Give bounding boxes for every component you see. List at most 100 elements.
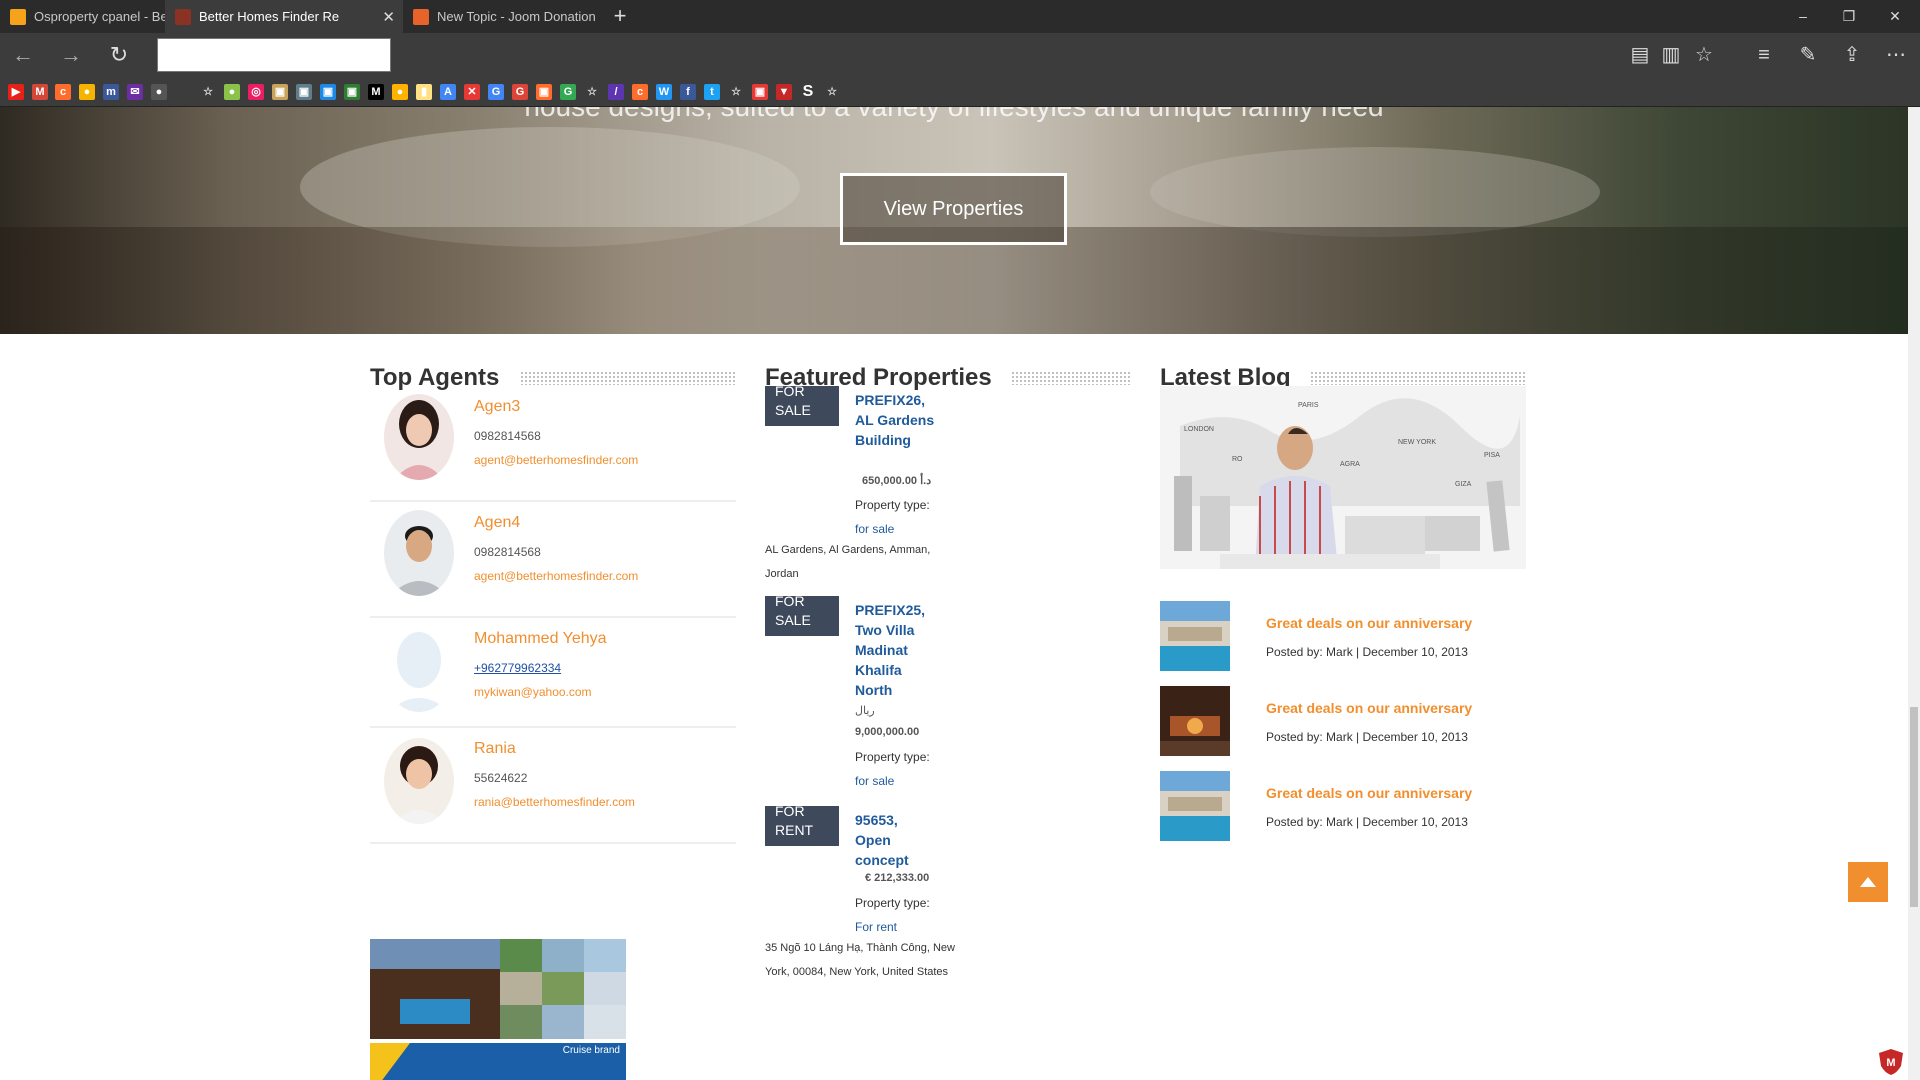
cruise-ad-banner[interactable]: Cruise brand bbox=[370, 1043, 626, 1080]
agent-phone-link[interactable]: +962779962334 bbox=[474, 661, 561, 675]
reading-view-icon[interactable]: ▤ bbox=[1626, 41, 1654, 69]
twitter-icon[interactable]: t bbox=[704, 84, 720, 100]
bookmark-icon[interactable]: ▣ bbox=[272, 84, 288, 100]
book-icon[interactable]: ▥ bbox=[1657, 41, 1685, 69]
note-icon[interactable]: ▮ bbox=[416, 84, 432, 100]
bookmark-icon[interactable]: ▣ bbox=[536, 84, 552, 100]
google-icon[interactable]: G bbox=[512, 84, 528, 100]
advertisement-banner[interactable] bbox=[370, 939, 626, 1039]
map-label: RO bbox=[1232, 456, 1243, 463]
blog-post-item[interactable]: Great deals on our anniversary Posted by… bbox=[1160, 686, 1526, 758]
back-arrow-icon[interactable]: ← bbox=[8, 41, 38, 69]
agent-name[interactable]: Mohammed Yehya bbox=[474, 630, 607, 648]
agent-email[interactable]: agent@betterhomesfinder.com bbox=[474, 569, 638, 583]
hub-icon[interactable]: ≡ bbox=[1750, 41, 1778, 69]
close-window-button[interactable]: ✕ bbox=[1872, 0, 1918, 33]
medium-icon[interactable]: M bbox=[368, 84, 384, 100]
agent-avatar[interactable] bbox=[384, 510, 454, 596]
mcafee-shield-icon[interactable]: M bbox=[1877, 1048, 1905, 1076]
shield-icon[interactable]: ▼ bbox=[776, 84, 792, 100]
star-icon[interactable]: ☆ bbox=[824, 84, 840, 100]
bookmark-icon[interactable]: ▣ bbox=[320, 84, 336, 100]
blog-post-title-link[interactable]: Great deals on our anniversary bbox=[1266, 785, 1472, 801]
star-icon[interactable]: ☆ bbox=[200, 84, 216, 100]
tab-osproperty[interactable]: Osproperty cpanel - Better I bbox=[0, 0, 165, 33]
x-icon[interactable]: ✕ bbox=[464, 84, 480, 100]
agent-card[interactable]: Agen3 0982814568 agent@betterhomesfinder… bbox=[370, 386, 736, 502]
web-note-icon[interactable]: ✎ bbox=[1794, 41, 1822, 69]
bookmark-icon[interactable]: ▣ bbox=[344, 84, 360, 100]
property-title-link[interactable]: PREFIX26, AL Gardens Building bbox=[855, 390, 935, 450]
back-to-top-button[interactable] bbox=[1848, 862, 1888, 902]
agent-email[interactable]: rania@betterhomesfinder.com bbox=[474, 795, 635, 809]
google-icon[interactable]: G bbox=[488, 84, 504, 100]
youtube-icon[interactable]: ▶ bbox=[8, 84, 24, 100]
mail-icon[interactable]: ✉ bbox=[127, 84, 143, 100]
agent-name[interactable]: Rania bbox=[474, 740, 516, 758]
close-tab-icon[interactable]: ✕ bbox=[382, 8, 395, 26]
android-icon[interactable]: ● bbox=[224, 84, 240, 100]
blog-post-title-link[interactable]: Great deals on our anniversary bbox=[1266, 700, 1472, 716]
property-card[interactable]: FOR SALE PREFIX26, AL Gardens Building 6… bbox=[765, 386, 1131, 596]
blog-post-title-link[interactable]: Great deals on our anniversary bbox=[1266, 615, 1472, 631]
property-address: AL Gardens, Al Gardens, Amman, Jordan bbox=[765, 544, 931, 580]
blog-post-item[interactable]: Great deals on our anniversary Posted by… bbox=[1160, 771, 1526, 843]
property-address: 35 Ngõ 10 Láng Hạ, Thành Công, New York,… bbox=[765, 942, 955, 978]
agent-card[interactable]: Rania 55624622 rania@betterhomesfinder.c… bbox=[370, 728, 736, 844]
maximize-button[interactable]: ❐ bbox=[1826, 0, 1872, 33]
star-icon[interactable]: ☆ bbox=[728, 84, 744, 100]
agent-name[interactable]: Agen4 bbox=[474, 514, 520, 532]
agent-card[interactable]: Agen4 0982814568 agent@betterhomesfinder… bbox=[370, 502, 736, 618]
new-tab-button[interactable]: + bbox=[607, 4, 633, 30]
share-icon[interactable]: ⇪ bbox=[1838, 41, 1866, 69]
apple-icon[interactable]: ● bbox=[151, 84, 167, 100]
property-type-link[interactable]: for sale bbox=[855, 522, 894, 536]
agent-name[interactable]: Agen3 bbox=[474, 398, 520, 416]
s-icon[interactable]: S bbox=[800, 84, 816, 100]
tab-new-topic[interactable]: New Topic - Joom Donation bbox=[403, 0, 603, 33]
google-icon[interactable]: G bbox=[560, 84, 576, 100]
cpanel-icon[interactable]: c bbox=[55, 84, 71, 100]
bookmark-icon[interactable]: ● bbox=[79, 84, 95, 100]
favorite-star-icon[interactable]: ☆ bbox=[1690, 41, 1718, 69]
vertical-scrollbar[interactable] bbox=[1908, 107, 1920, 1080]
facebook-icon[interactable]: f bbox=[680, 84, 696, 100]
agent-avatar-placeholder[interactable] bbox=[384, 626, 454, 712]
m-icon[interactable]: m bbox=[103, 84, 119, 100]
scrollbar-thumb[interactable] bbox=[1910, 707, 1918, 907]
address-bar[interactable] bbox=[157, 38, 391, 72]
property-type-link[interactable]: For rent bbox=[855, 920, 897, 934]
bookmark-icon[interactable]: ▣ bbox=[752, 84, 768, 100]
property-title-link[interactable]: PREFIX25, Two Villa Madinat Khalifa Nort… bbox=[855, 600, 935, 700]
agent-avatar[interactable] bbox=[384, 394, 454, 480]
tab-better-homes[interactable]: Better Homes Finder Re ✕ bbox=[165, 0, 403, 33]
view-properties-button[interactable]: View Properties bbox=[840, 173, 1067, 245]
lock-icon[interactable]: ● bbox=[392, 84, 408, 100]
blog-thumbnail[interactable] bbox=[1160, 601, 1230, 671]
agent-email[interactable]: mykiwan@yahoo.com bbox=[474, 685, 592, 699]
blog-thumbnail[interactable] bbox=[1160, 686, 1230, 756]
forward-arrow-icon[interactable]: → bbox=[56, 41, 86, 69]
property-title-link[interactable]: 95653, Open concept bbox=[855, 810, 935, 870]
section-title: Top Agents bbox=[370, 334, 736, 390]
more-icon[interactable]: ⋯ bbox=[1882, 41, 1910, 69]
blog-thumbnail[interactable] bbox=[1160, 771, 1230, 841]
blog-post-item[interactable]: Great deals on our anniversary Posted by… bbox=[1160, 601, 1526, 673]
property-type-link[interactable]: for sale bbox=[855, 774, 894, 788]
cpanel-icon[interactable]: c bbox=[632, 84, 648, 100]
bookmark-icon[interactable]: / bbox=[608, 84, 624, 100]
translate-icon[interactable]: A bbox=[440, 84, 456, 100]
bookmark-icon[interactable]: ▣ bbox=[296, 84, 312, 100]
star-icon[interactable]: ☆ bbox=[584, 84, 600, 100]
agent-avatar[interactable] bbox=[384, 738, 454, 824]
minimize-button[interactable]: – bbox=[1780, 0, 1826, 33]
agent-card[interactable]: Mohammed Yehya +962779962334 mykiwan@yah… bbox=[370, 618, 736, 728]
word-icon[interactable]: W bbox=[656, 84, 672, 100]
agent-email[interactable]: agent@betterhomesfinder.com bbox=[474, 453, 638, 467]
refresh-icon[interactable]: ↻ bbox=[104, 41, 134, 69]
blog-feature-image[interactable]: PARIS LONDON NEW YORK AGRA PISA GIZA RO bbox=[1160, 386, 1526, 569]
gmail-icon[interactable]: M bbox=[32, 84, 48, 100]
property-card[interactable]: FOR RENT 95653, Open concept € 212,333.0… bbox=[765, 806, 1131, 1026]
target-icon[interactable]: ◎ bbox=[248, 84, 264, 100]
property-card[interactable]: FOR SALE PREFIX25, Two Villa Madinat Kha… bbox=[765, 596, 1131, 806]
